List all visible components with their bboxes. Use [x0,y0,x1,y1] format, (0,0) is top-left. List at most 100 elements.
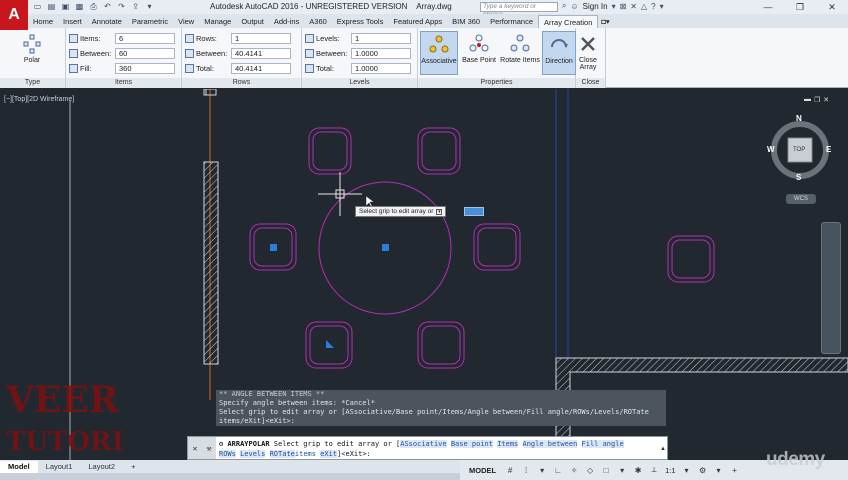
annotation-scale-value[interactable]: 1:1 [665,466,675,475]
annotation-visibility-icon[interactable]: ✱ [633,465,643,475]
add-icon[interactable]: + [730,465,740,475]
grid-icon[interactable]: # [505,465,515,475]
direction-button[interactable]: Direction [542,31,576,75]
wcs-menu-button[interactable]: WCS [786,194,816,204]
cart-icon[interactable]: ⊠ [620,2,627,11]
sign-in-link[interactable]: Sign In [583,2,608,11]
object-snap-dropdown-icon[interactable]: ▾ [617,465,627,475]
option-base-point[interactable]: Base point [450,440,493,448]
tab-layout2[interactable]: Layout2 [80,461,123,473]
grip-center[interactable] [382,244,389,251]
rows-field[interactable]: 1 [231,32,291,44]
polar-button[interactable]: Polar [12,31,52,75]
rows-between-field[interactable]: 40.4141 [231,47,291,59]
close-window-icon[interactable]: ✕ [816,0,848,14]
tab-insert[interactable]: Insert [58,15,87,28]
rotate-items-button[interactable]: Rotate Items [498,31,542,75]
snap-dropdown-icon[interactable]: ▾ [537,465,547,475]
levels-field[interactable]: 1 [351,32,411,44]
annotation-scale-icon[interactable]: ⟂ [649,465,659,475]
close-command-line-icon[interactable]: ✕ [193,444,198,453]
model-space-toggle[interactable]: MODEL [466,466,499,475]
share-icon[interactable]: ⇪ [130,1,141,12]
tab-performance[interactable]: Performance [485,15,538,28]
open-folder-icon[interactable]: ▤ [46,1,57,12]
tab-a360[interactable]: A360 [304,15,332,28]
tab-model[interactable]: Model [0,461,38,473]
option-exit[interactable]: eXit [320,450,338,458]
viewcube[interactable]: N S W E TOP [767,114,832,186]
search-input[interactable]: Type a keyword or phrase [480,2,558,18]
undo-icon[interactable]: ↶ [102,1,113,12]
tab-array-creation[interactable]: Array Creation [538,15,599,28]
viewcube-top-face[interactable]: TOP [793,147,805,153]
compass-west[interactable]: W [767,145,775,154]
command-line[interactable]: ✕ ⚒ ⚙ ARRAYPOLAR Select grip to edit arr… [187,436,668,460]
tab-express-tools[interactable]: Express Tools [332,15,389,28]
associative-button[interactable]: Associative [420,31,458,75]
levels-total-field[interactable]: 1.0000 [351,62,411,74]
option-associative[interactable]: ASsociative [400,440,447,448]
items-count-field[interactable]: 6 [115,32,175,44]
tab-featured-apps[interactable]: Featured Apps [388,15,447,28]
workspace-gear-icon[interactable]: ⚙ [698,465,708,475]
restore-icon[interactable]: ❐ [784,0,816,14]
user-icon[interactable]: ☺ [570,2,578,11]
levels-between-field[interactable]: 1.0000 [351,47,411,59]
print-icon[interactable]: ⎙ [88,1,99,12]
application-menu-button[interactable]: A [0,0,28,30]
ribbon-toggle-icon[interactable]: ◘▾ [598,15,612,28]
tab-bim-360[interactable]: BIM 360 [447,15,485,28]
help-icon[interactable]: ? [651,2,655,11]
command-prompt[interactable]: ⚙ ARRAYPOLAR Select grip to edit array o… [216,437,627,459]
vp-close-icon[interactable]: ✕ [823,96,829,104]
option-items[interactable]: Items [497,440,519,448]
a360-icon[interactable]: △ [641,2,647,11]
workspace-dropdown-icon[interactable]: ▾ [714,465,724,475]
scale-dropdown-icon[interactable]: ▾ [682,465,692,475]
redo-icon[interactable]: ↷ [116,1,127,12]
tab-layout1[interactable]: Layout1 [38,461,81,473]
compass-south[interactable]: S [796,173,801,182]
fill-angle-field[interactable]: 360 [115,62,175,74]
viewport-controls-label[interactable]: [−][Top][2D Wireframe] [4,96,74,103]
new-file-icon[interactable]: ▭ [32,1,43,12]
tab-parametric[interactable]: Parametric [127,15,173,28]
navigation-bar[interactable] [821,222,841,354]
tab-output[interactable]: Output [236,15,269,28]
close-array-button[interactable]: Close Array [572,31,604,75]
option-rotate-items[interactable]: items [295,450,316,458]
tab-manage[interactable]: Manage [199,15,236,28]
search-icon[interactable]: ⌕ [562,1,566,11]
command-history-scroll-icon[interactable]: ▲ [660,446,666,452]
customize-wrench-icon[interactable]: ⚒ [207,444,212,453]
ortho-icon[interactable]: ∟ [553,465,563,475]
compass-east[interactable]: E [826,145,831,154]
snap-icon[interactable]: ⁞ [521,465,531,475]
compass-north[interactable]: N [796,114,802,123]
isodraft-icon[interactable]: ◇ [585,465,595,475]
qat-dropdown-icon[interactable]: ▾ [144,1,155,12]
tooltip-options-icon[interactable]: ▾ [436,208,443,215]
object-snap-icon[interactable]: □ [601,465,611,475]
option-fill-angle[interactable]: Fill angle [581,440,624,448]
dynamic-input-field[interactable] [464,207,484,216]
tab-home[interactable]: Home [28,15,58,28]
help-dropdown-icon[interactable]: ▾ [660,2,664,11]
save-as-icon[interactable]: ▩ [74,1,85,12]
add-layout-button[interactable]: + [123,461,143,473]
save-icon[interactable]: ▣ [60,1,71,12]
sign-in-dropdown-icon[interactable]: ▾ [612,2,616,11]
vp-minimize-icon[interactable]: ▬ [804,96,811,104]
base-point-button[interactable]: Base Point [459,31,499,75]
tab-annotate[interactable]: Annotate [87,15,127,28]
option-levels[interactable]: Levels [240,450,266,458]
grip-left[interactable] [270,244,277,251]
grip-triangle[interactable] [326,340,334,348]
vp-restore-icon[interactable]: ❐ [814,96,820,104]
option-angle-between[interactable]: Angle between [522,440,578,448]
rows-total-field[interactable]: 40.4141 [231,62,291,74]
tab-view[interactable]: View [173,15,199,28]
minimize-icon[interactable]: — [752,0,784,14]
option-rows[interactable]: ROWs [219,450,236,458]
